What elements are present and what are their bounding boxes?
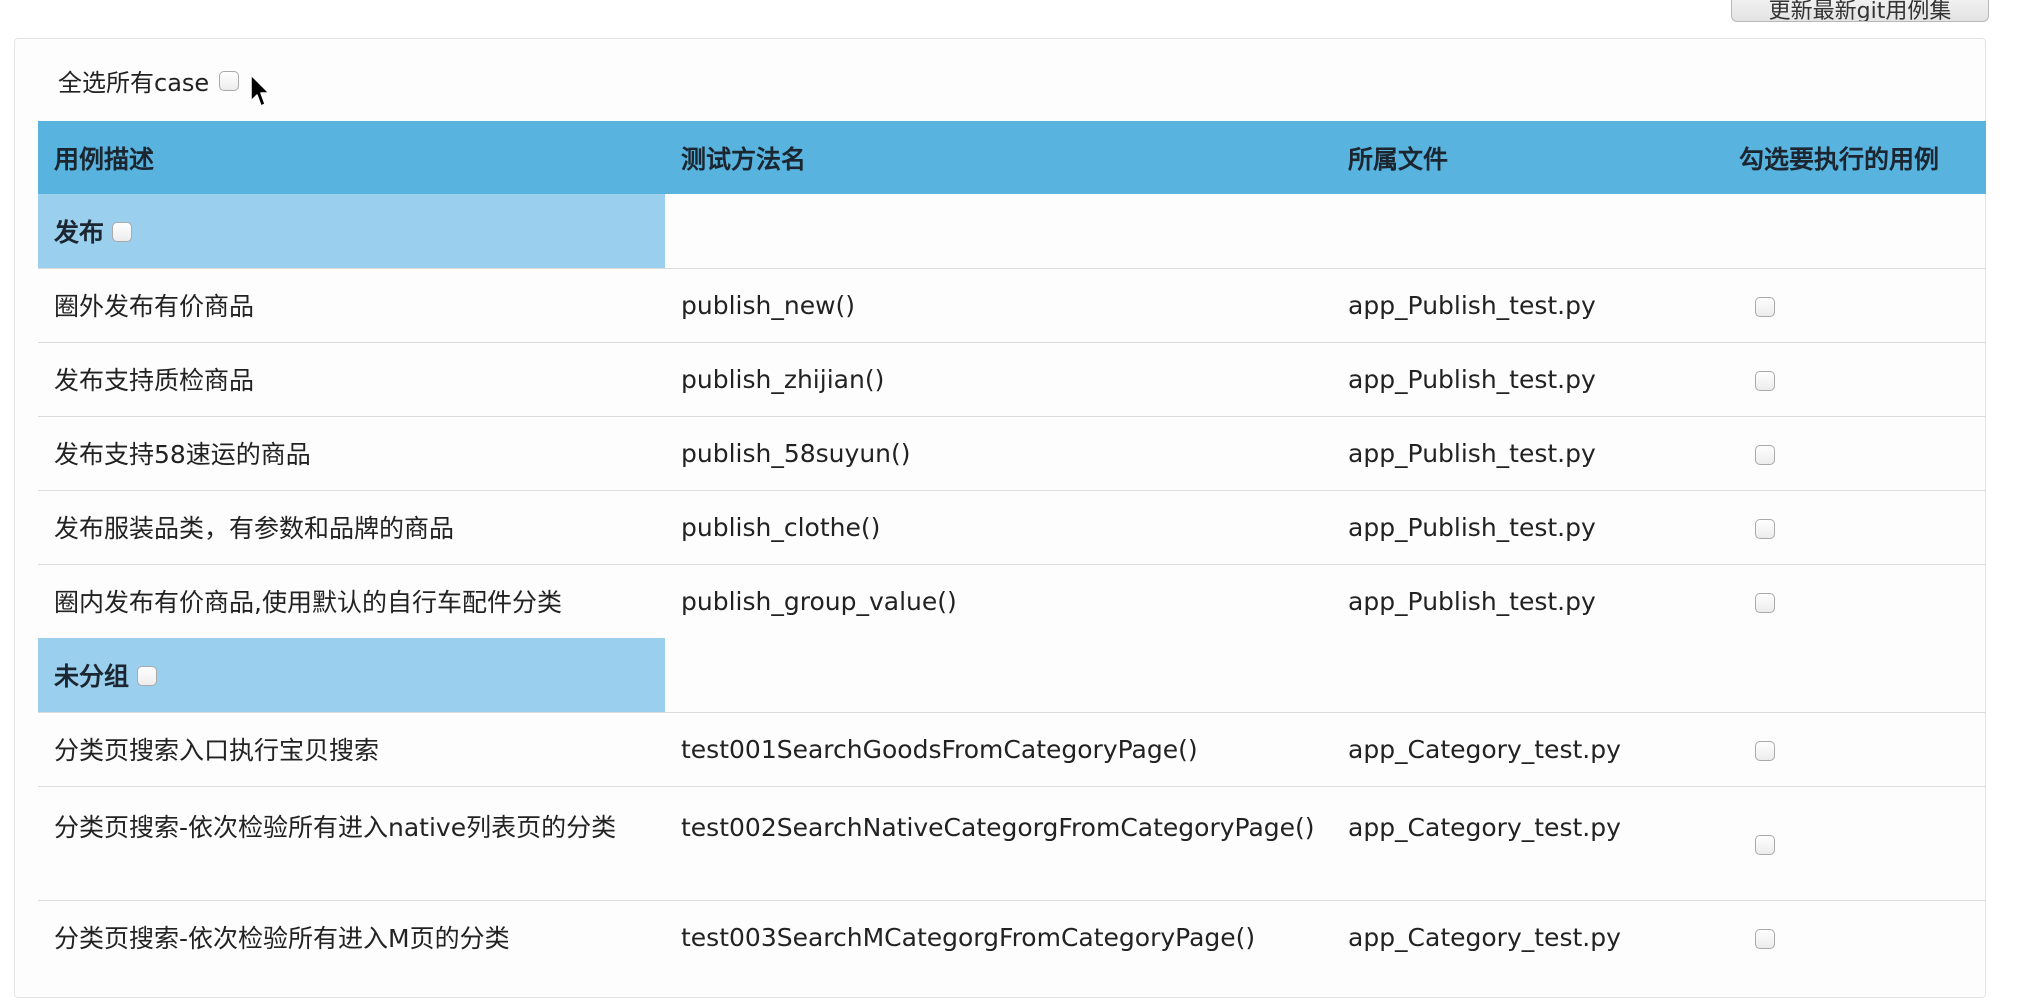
case-table: 用例描述 测试方法名 所属文件 勾选要执行的用例 发布 圈外发布有价商品 pub… <box>38 121 1986 974</box>
case-description: 发布服装品类，有参数和品牌的商品 <box>38 489 665 564</box>
case-select-cell <box>1721 489 1986 564</box>
update-git-cases-button[interactable]: 更新最新git用例集 <box>1731 0 1989 22</box>
case-method: test003SearchMCategorgFromCategoryPage() <box>665 899 1332 974</box>
case-file: app_Category_test.py <box>1332 711 1721 786</box>
case-description: 圈内发布有价商品,使用默认的自行车配件分类 <box>38 563 665 638</box>
case-method: publish_58suyun() <box>665 415 1332 490</box>
group-cell: 未分组 <box>38 638 665 712</box>
column-header-select: 勾选要执行的用例 <box>1721 121 1986 194</box>
group-row-ungrouped: 未分组 <box>38 638 1986 712</box>
case-method: publish_group_value() <box>665 563 1332 638</box>
case-checkbox[interactable] <box>1755 592 1775 613</box>
case-file: app_Publish_test.py <box>1332 341 1721 416</box>
case-checkbox[interactable] <box>1755 834 1775 855</box>
empty-cell <box>1721 638 1986 712</box>
table-row: 圈内发布有价商品,使用默认的自行车配件分类 publish_group_valu… <box>38 563 1986 638</box>
table-header-row: 用例描述 测试方法名 所属文件 勾选要执行的用例 <box>38 121 1986 194</box>
case-method: publish_zhijian() <box>665 341 1332 416</box>
case-description: 分类页搜索-依次检验所有进入M页的分类 <box>38 899 665 974</box>
case-file: app_Category_test.py <box>1332 785 1721 900</box>
case-select-cell <box>1721 711 1986 786</box>
empty-cell <box>1332 638 1721 712</box>
select-all-label: 全选所有case <box>58 68 210 97</box>
case-checkbox[interactable] <box>1755 740 1775 761</box>
case-select-cell <box>1721 267 1986 342</box>
case-description: 分类页搜索-依次检验所有进入native列表页的分类 <box>38 785 665 900</box>
group-cell: 发布 <box>38 194 665 268</box>
table-row: 发布支持58速运的商品 publish_58suyun() app_Publis… <box>38 415 1986 490</box>
select-all-checkbox[interactable] <box>219 71 240 91</box>
group-name: 发布 <box>54 217 105 247</box>
case-checkbox[interactable] <box>1755 296 1775 317</box>
case-select-cell <box>1721 415 1986 490</box>
case-description: 发布支持质检商品 <box>38 341 665 416</box>
case-select-cell <box>1721 899 1986 974</box>
case-file: app_Publish_test.py <box>1332 489 1721 564</box>
case-checkbox[interactable] <box>1755 370 1775 391</box>
case-checkbox[interactable] <box>1755 518 1775 539</box>
case-method: publish_clothe() <box>665 489 1332 564</box>
table-row: 发布支持质检商品 publish_zhijian() app_Publish_t… <box>38 341 1986 416</box>
case-select-cell <box>1721 563 1986 638</box>
case-method: publish_new() <box>665 267 1332 342</box>
case-file: app_Category_test.py <box>1332 899 1721 974</box>
case-checkbox[interactable] <box>1755 928 1775 949</box>
column-header-method: 测试方法名 <box>665 121 1332 194</box>
group-checkbox[interactable] <box>112 222 133 243</box>
column-header-file: 所属文件 <box>1332 121 1721 194</box>
case-file: app_Publish_test.py <box>1332 267 1721 342</box>
case-select-cell <box>1721 785 1986 900</box>
case-checkbox[interactable] <box>1755 444 1775 465</box>
empty-cell <box>665 194 1332 268</box>
group-row-publish: 发布 <box>38 194 1986 268</box>
group-name: 未分组 <box>54 661 130 691</box>
empty-cell <box>1332 194 1721 268</box>
table-row: 分类页搜索-依次检验所有进入native列表页的分类 test002Search… <box>38 785 1986 900</box>
case-method: test001SearchGoodsFromCategoryPage() <box>665 711 1332 786</box>
table-row: 发布服装品类，有参数和品牌的商品 publish_clothe() app_Pu… <box>38 489 1986 564</box>
case-file: app_Publish_test.py <box>1332 415 1721 490</box>
table-row: 分类页搜索入口执行宝贝搜索 test001SearchGoodsFromCate… <box>38 711 1986 786</box>
table-row: 分类页搜索-依次检验所有进入M页的分类 test003SearchMCatego… <box>38 899 1986 974</box>
empty-cell <box>665 638 1332 712</box>
empty-cell <box>1721 194 1986 268</box>
case-file: app_Publish_test.py <box>1332 563 1721 638</box>
case-select-cell <box>1721 341 1986 416</box>
case-description: 圈外发布有价商品 <box>38 267 665 342</box>
select-all-row: 全选所有case <box>58 64 240 97</box>
case-method: test002SearchNativeCategorgFromCategoryP… <box>665 785 1332 900</box>
table-row: 圈外发布有价商品 publish_new() app_Publish_test.… <box>38 267 1986 342</box>
group-checkbox[interactable] <box>137 666 158 687</box>
case-description: 分类页搜索入口执行宝贝搜索 <box>38 711 665 786</box>
column-header-description: 用例描述 <box>38 121 665 194</box>
case-description: 发布支持58速运的商品 <box>38 415 665 490</box>
